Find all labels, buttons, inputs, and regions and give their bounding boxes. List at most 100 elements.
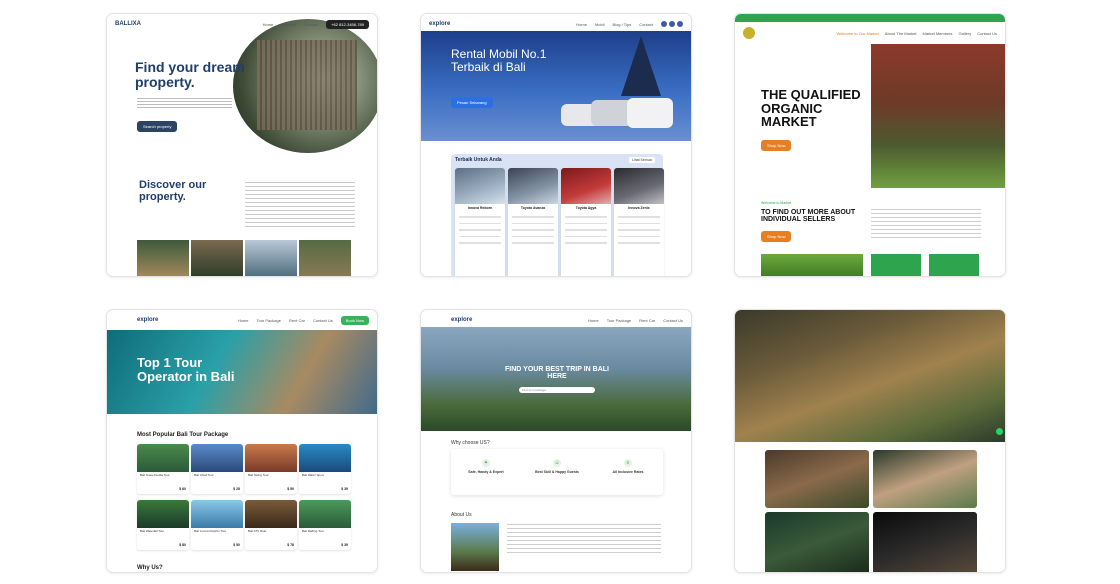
nav-tour[interactable]: Tour Package bbox=[256, 318, 280, 323]
feature-item: ☺ Best Skill & Happy Guests bbox=[535, 459, 579, 474]
hero-title: THE QUALIFIED ORGANIC MARKET bbox=[761, 87, 861, 130]
section-shop-button[interactable]: Shop Now bbox=[761, 231, 792, 242]
brand-logo: explore bbox=[137, 317, 159, 323]
why-us-title: Why Us? bbox=[137, 565, 163, 571]
nav-tour[interactable]: Tour Package bbox=[607, 318, 631, 323]
package-title: Bali Lovina Dolphin Tour bbox=[194, 529, 227, 533]
nav-property[interactable]: Property bbox=[281, 22, 296, 27]
car-card[interactable]: Toyota Avanza bbox=[508, 168, 558, 276]
car-card[interactable]: Innova Zenix bbox=[614, 168, 664, 276]
package-title: Bali Waterfall Tour bbox=[140, 529, 165, 533]
nav-home[interactable]: Home bbox=[576, 22, 587, 27]
nav-rent[interactable]: Rent Car bbox=[639, 318, 655, 323]
package-price: $ 50 bbox=[233, 543, 240, 547]
nav-contact[interactable]: Contact Us bbox=[977, 31, 997, 36]
nav-gallery[interactable]: Gallery bbox=[959, 31, 972, 36]
book-now-button[interactable]: Pesan Sekarang bbox=[451, 97, 493, 108]
package-card[interactable]: Bali Waterfall Tour $ 80 bbox=[137, 500, 189, 550]
feature-item: ✦ Safe, Handy & Expert bbox=[468, 459, 504, 474]
section-text bbox=[871, 209, 981, 241]
nav-contact[interactable]: Contact bbox=[304, 22, 318, 27]
about-photo bbox=[451, 523, 499, 571]
top-bar bbox=[735, 14, 1005, 22]
hero-title: FIND YOUR BEST TRIP IN BALI HERE bbox=[505, 366, 609, 381]
property-gallery bbox=[137, 240, 351, 276]
package-price: $ 39 bbox=[341, 487, 348, 491]
nav-rent[interactable]: Rent Car bbox=[289, 318, 305, 323]
package-card[interactable]: Bali Lovina Dolphin Tour $ 50 bbox=[191, 500, 243, 550]
shop-now-button[interactable]: Shop Now bbox=[761, 140, 792, 151]
section-title: Most Popular Bali Tour Package bbox=[137, 432, 229, 438]
search-property-button[interactable]: Search property bbox=[137, 121, 178, 132]
veg-photo bbox=[761, 254, 863, 276]
nav-home[interactable]: Home bbox=[263, 22, 274, 27]
gallery-photo[interactable] bbox=[765, 512, 869, 572]
gallery-photo[interactable] bbox=[873, 450, 977, 508]
whatsapp-icon[interactable] bbox=[996, 428, 1003, 435]
package-title: Bali Rafting Tour bbox=[302, 529, 324, 533]
market-logo bbox=[743, 27, 755, 39]
package-card[interactable]: Bali ATV Ride $ 78 bbox=[245, 500, 297, 550]
card-bali-trip-site[interactable]: explore Home Tour Package Rent Car Conta… bbox=[420, 309, 692, 573]
nav-blog[interactable]: Blog / Tips bbox=[613, 22, 632, 27]
view-all-button[interactable]: Lihat Semua bbox=[629, 157, 655, 163]
nav-mobil[interactable]: Mobil bbox=[595, 22, 605, 27]
temple-silhouette bbox=[621, 36, 661, 96]
feature-tile bbox=[871, 254, 921, 276]
search-input[interactable]: Find tour package bbox=[519, 387, 595, 393]
card-property-site[interactable]: BALLIXA Home Property Contact +62 812-34… bbox=[106, 13, 378, 277]
shield-icon: ✦ bbox=[482, 459, 490, 467]
site-navbar: Welcome to Our Market About The Market M… bbox=[735, 22, 1005, 44]
section-title: Terbaik Untuk Anda bbox=[455, 157, 502, 163]
card-tour-operator-site[interactable]: explore Home Tour Package Rent Car Conta… bbox=[106, 309, 378, 573]
card-photo-gallery[interactable] bbox=[734, 309, 1006, 573]
package-title: Bali Ubud Tour bbox=[194, 473, 214, 477]
site-navbar: BALLIXA Home Property Contact +62 812-34… bbox=[107, 14, 377, 34]
hero-title: Top 1 Tour Operator in Bali bbox=[137, 355, 235, 384]
about-title: About Us bbox=[451, 512, 472, 518]
car-name: Innova Zenix bbox=[628, 206, 650, 210]
gallery-photo[interactable] bbox=[873, 512, 977, 572]
nav-contact[interactable]: Contact bbox=[639, 22, 653, 27]
feature-item: ≡ All Inclusive Rates bbox=[612, 459, 644, 474]
gallery-photo[interactable] bbox=[765, 450, 869, 508]
nav-home[interactable]: Home bbox=[238, 318, 249, 323]
hero-description bbox=[137, 98, 232, 110]
package-card[interactable]: Bali Nusa Penida Tour $ 60 bbox=[137, 444, 189, 494]
cars-image bbox=[561, 94, 689, 134]
social-icons[interactable] bbox=[661, 21, 683, 27]
package-title: Bali Swing Tour bbox=[248, 473, 269, 477]
brand-logo: BALLIXA bbox=[115, 21, 141, 27]
package-card[interactable]: Bali Water Sport $ 39 bbox=[299, 444, 351, 494]
nav-home[interactable]: Home bbox=[588, 318, 599, 323]
package-price: $ 50 bbox=[287, 487, 294, 491]
car-name: Toyota Avanza bbox=[520, 206, 546, 210]
market-photo bbox=[871, 44, 1005, 188]
list-icon: ≡ bbox=[624, 459, 632, 467]
nav-members[interactable]: Market Members bbox=[923, 31, 953, 36]
package-title: Bali ATV Ride bbox=[248, 529, 267, 533]
package-card[interactable]: Bali Rafting Tour $ 39 bbox=[299, 500, 351, 550]
nav-contact[interactable]: Contact Us bbox=[313, 318, 333, 323]
site-navbar: explore Home Tour Package Rent Car Conta… bbox=[107, 310, 377, 330]
nav-contact[interactable]: Contact Us bbox=[663, 318, 683, 323]
package-card[interactable]: Bali Swing Tour $ 50 bbox=[245, 444, 297, 494]
section-text bbox=[245, 182, 355, 230]
card-organic-market-site[interactable]: Welcome to Our Market About The Market M… bbox=[734, 13, 1006, 277]
why-title: Why choose US? bbox=[451, 440, 490, 446]
package-price: $ 39 bbox=[341, 543, 348, 547]
smile-icon: ☺ bbox=[553, 459, 561, 467]
car-card[interactable]: Toyota Agya bbox=[561, 168, 611, 276]
section-eyebrow: Welcome to Market bbox=[761, 201, 792, 205]
hero-title: Find your dream property. bbox=[135, 59, 245, 90]
nav-welcome[interactable]: Welcome to Our Market bbox=[837, 31, 879, 36]
package-price: $ 80 bbox=[179, 543, 186, 547]
package-card[interactable]: Bali Ubud Tour $ 28 bbox=[191, 444, 243, 494]
nav-about[interactable]: About The Market bbox=[885, 31, 917, 36]
phone-button[interactable]: +62 812-3456-789 bbox=[326, 19, 369, 29]
car-card[interactable]: Innova Reborn bbox=[455, 168, 505, 276]
car-name: Innova Reborn bbox=[467, 206, 493, 210]
card-car-rental-site[interactable]: explore Home Mobil Blog / Tips Contact R… bbox=[420, 13, 692, 277]
package-price: $ 78 bbox=[287, 543, 294, 547]
book-now-button[interactable]: Book Now bbox=[340, 315, 369, 325]
